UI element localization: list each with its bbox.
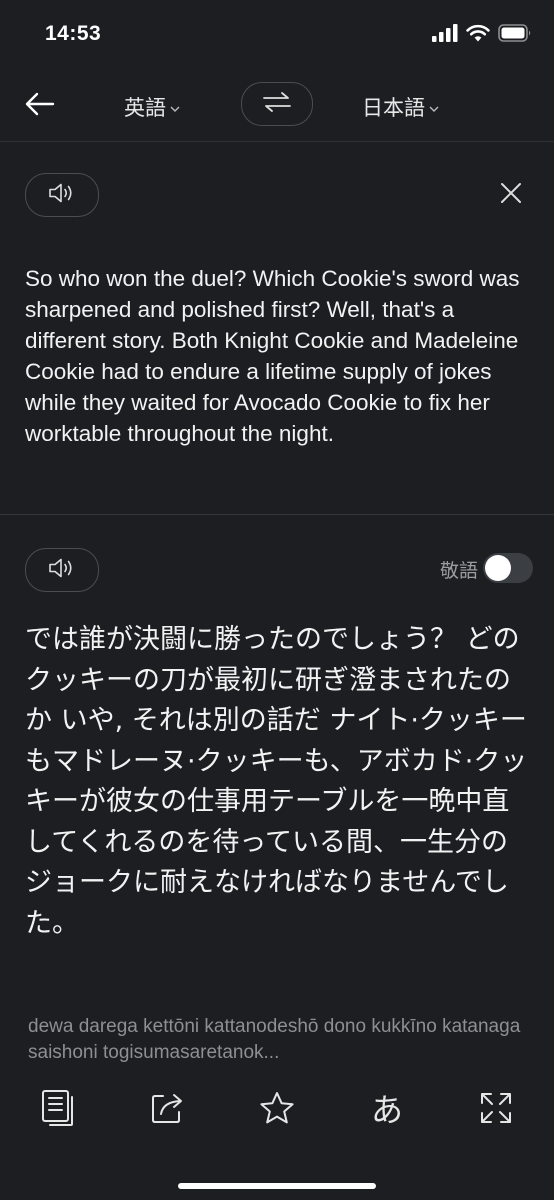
star-icon [258,1090,296,1130]
favorite-button[interactable] [257,1090,297,1130]
bottom-toolbar: あ [0,1085,554,1135]
target-language-label: 日本語 [362,96,425,120]
honorific-label: 敬語 [440,560,479,582]
swap-arrows-icon [261,90,293,118]
status-time: 14:53 [45,22,102,45]
copy-button[interactable] [38,1090,78,1130]
speaker-icon [47,181,77,209]
honorific-toggle[interactable] [483,553,533,583]
close-icon [500,182,522,208]
share-icon [149,1090,185,1130]
header-divider [0,141,554,142]
source-language-select[interactable]: 英語 [124,92,181,122]
cellular-signal-icon [432,24,458,46]
clear-text-button[interactable] [494,178,528,212]
panel-divider [0,514,554,515]
swap-languages-button[interactable] [241,82,313,126]
wifi-icon [466,24,490,46]
status-icons [432,24,532,46]
battery-icon [498,24,532,46]
target-speak-button[interactable] [25,548,99,592]
source-speak-button[interactable] [25,173,99,217]
source-language-label: 英語 [124,96,166,120]
kana-label: あ [370,1091,403,1129]
share-button[interactable] [147,1090,187,1130]
kana-button[interactable]: あ [367,1090,407,1130]
status-bar: 14:53 [0,0,554,70]
target-language-select[interactable]: 日本語 [362,92,440,122]
translated-text: では誰が決闘に勝ったのでしょう？ どのクッキーの刀が最初に研ぎ澄まされたのか い… [25,624,528,939]
copy-document-icon [40,1089,76,1131]
fullscreen-button[interactable] [476,1090,516,1130]
home-indicator[interactable] [178,1183,376,1189]
header: 英語 日本語 [0,70,554,140]
speaker-icon [47,556,77,584]
chevron-down-icon [428,95,440,119]
back-arrow-icon [25,92,55,120]
romanization-text: dewa darega kettōni kattanodeshō dono ku… [28,1016,521,1063]
back-button[interactable] [20,86,60,126]
toggle-knob [485,555,511,581]
source-text[interactable]: So who won the duel? Which Cookie's swor… [25,263,530,449]
expand-icon [478,1090,514,1130]
chevron-down-icon [169,95,181,119]
